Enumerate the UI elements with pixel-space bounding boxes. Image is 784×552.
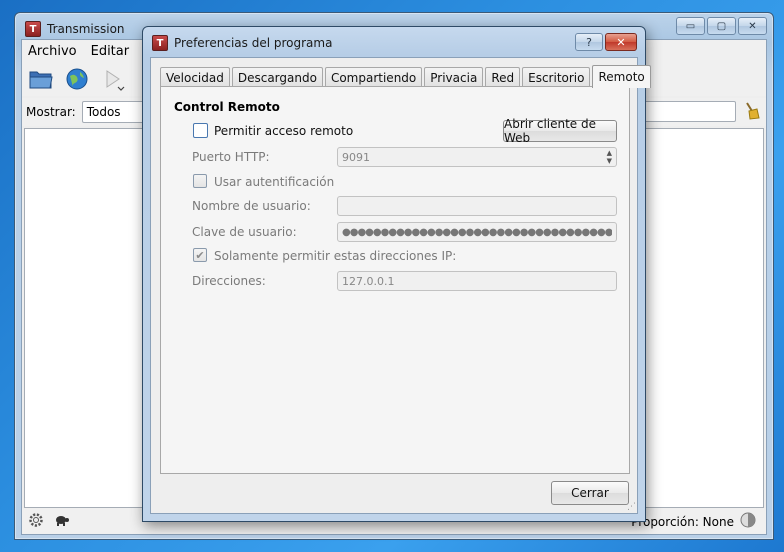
tab-privacia[interactable]: Privacia [424,67,484,88]
ratio-label: Proporción: None [631,514,734,529]
dialog-client-area: Velocidad Descargando Compartiendo Priva… [150,57,651,514]
menu-archivo[interactable]: Archivo [28,44,77,59]
password-label: Clave de usuario: [192,225,297,239]
http-port-spinbox[interactable]: 9091 ▲ ▼ [337,147,617,167]
turtle-icon[interactable] [54,514,70,529]
globe-icon[interactable] [64,66,90,92]
play-icon[interactable] [100,66,126,92]
broom-clear-icon[interactable] [744,102,760,123]
filter-label: Mostrar: [26,105,76,119]
whitelist-checkbox[interactable]: ✔ [193,248,207,262]
gear-icon[interactable] [28,512,44,531]
main-window-title: Transmission [47,22,125,36]
tab-descargando[interactable]: Descargando [231,67,323,88]
http-port-label: Puerto HTTP: [192,150,270,164]
use-auth-checkbox[interactable] [193,174,207,188]
tab-remoto[interactable]: Remoto [592,65,651,88]
dialog-close-button[interactable]: ✕ [605,33,637,51]
minimize-button[interactable]: ▭ [676,17,705,35]
addresses-field[interactable]: 127.0.0.1 [337,271,617,291]
close-button[interactable]: ✕ [738,17,767,35]
ratio-display: Proporción: None [631,512,756,531]
username-field[interactable] [337,196,617,216]
transmission-app-icon: T [25,21,41,37]
enable-remote-checkbox[interactable] [193,123,208,138]
http-port-value: 9091 [342,150,370,164]
dialog-caption-buttons: ? ✕ [575,33,637,51]
ratio-toggle-icon[interactable] [740,512,756,531]
maximize-button[interactable]: ▢ [707,17,736,35]
main-titlebar: T Transmission [25,18,125,40]
remote-tab-panel: Control Remoto Permitir acceso remoto Ab… [160,86,630,474]
menu-editar[interactable]: Editar [91,44,130,59]
transmission-app-icon: T [152,35,168,51]
whitelist-label[interactable]: Solamente permitir estas direcciones IP: [214,249,456,263]
tab-red[interactable]: Red [485,67,521,88]
addresses-label: Direcciones: [192,274,266,288]
spin-arrows-icon[interactable]: ▲ ▼ [607,149,612,165]
checkmark-icon: ✔ [195,248,205,262]
open-web-client-button[interactable]: Abrir cliente de Web [503,117,617,145]
enable-remote-label[interactable]: Permitir acceso remoto [214,124,353,138]
close-dialog-button[interactable]: Cerrar [551,481,629,505]
password-value: ●●●●●●●●●●●●●●●●●●●●●●●●●●●●●●●●●●●●●●●●… [342,226,612,238]
dialog-titlebar: T Preferencias del programa [152,35,332,51]
dialog-title: Preferencias del programa [174,36,333,50]
resize-grip-icon[interactable]: ⋰ [627,502,636,512]
preferences-dialog: T Preferencias del programa ? ✕ Velocida… [142,26,651,522]
help-button[interactable]: ? [575,33,603,51]
section-title: Control Remoto [174,100,280,114]
use-auth-label[interactable]: Usar autentificación [214,175,334,189]
tab-escritorio[interactable]: Escritorio [522,67,591,88]
password-field[interactable]: ●●●●●●●●●●●●●●●●●●●●●●●●●●●●●●●●●●●●●●●●… [337,222,617,242]
tab-velocidad[interactable]: Velocidad [160,67,230,88]
username-label: Nombre de usuario: [192,199,311,213]
tab-compartiendo[interactable]: Compartiendo [324,67,423,88]
open-folder-icon[interactable] [28,66,54,92]
main-caption-buttons: ▭ ▢ ✕ [676,17,767,35]
tab-bar: Velocidad Descargando Compartiendo Priva… [160,65,651,88]
